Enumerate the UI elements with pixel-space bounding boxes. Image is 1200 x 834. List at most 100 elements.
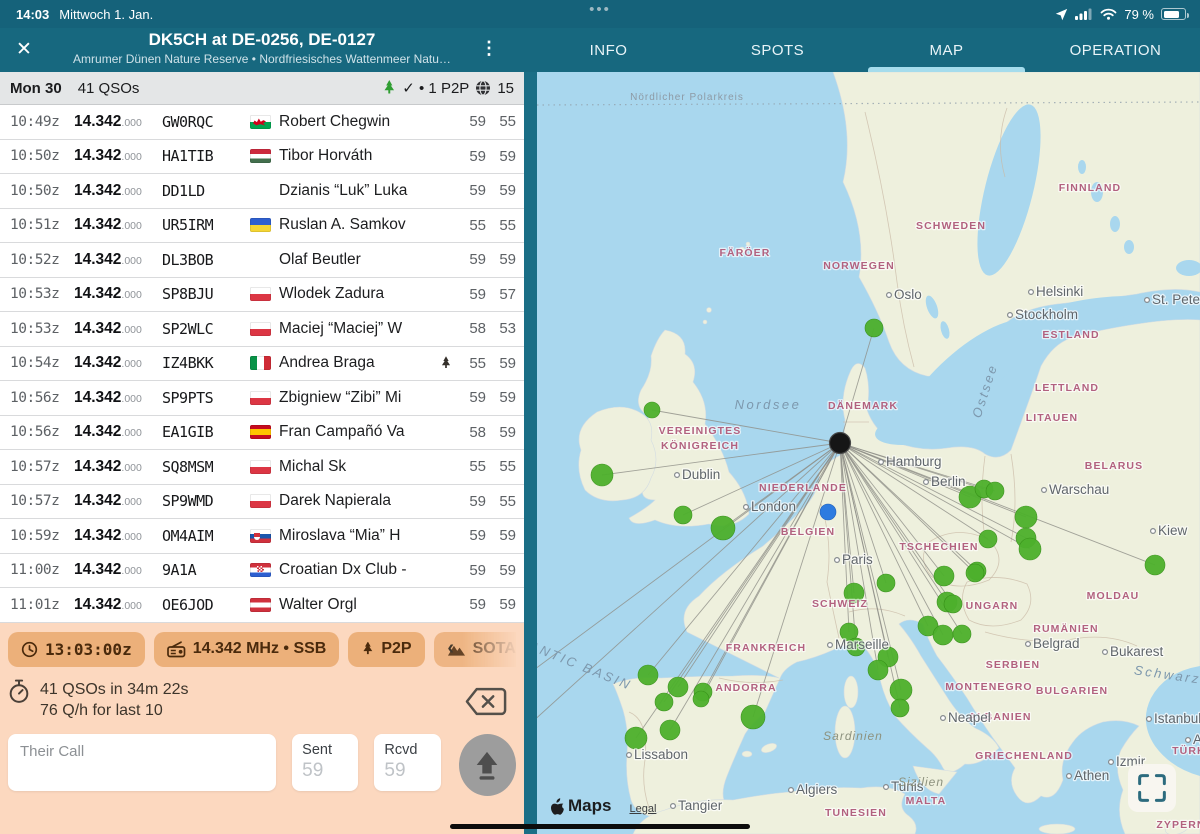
qso-dot[interactable] (877, 574, 895, 592)
qso-dot[interactable] (944, 595, 962, 613)
qso-rst-sent: 58 (456, 320, 486, 337)
qso-callsign: GW0RQC (162, 113, 250, 131)
time-button[interactable]: 13:03:00z (8, 632, 145, 667)
city-marker-icon (828, 643, 833, 648)
qso-frequency: 14.342.000 (74, 285, 162, 303)
kebab-menu-icon[interactable]: ⋮ (480, 38, 498, 59)
qso-row[interactable]: 10:53z14.342.000SP2WLCMaciej “Maciej” W5… (0, 312, 524, 347)
qso-row[interactable]: 11:00z14.342.0009A1ACroatian Dx Club -59… (0, 554, 524, 589)
qso-row[interactable]: 10:56z14.342.000SP9PTSZbigniew “Zibi” Mi… (0, 381, 524, 416)
their-call-input[interactable] (8, 734, 276, 791)
frequency-mode-button[interactable]: 14.342 MHz • SSB (154, 632, 340, 667)
qso-rst-rcvd: 59 (486, 596, 516, 613)
qso-dot[interactable] (865, 319, 883, 337)
qso-frequency-khz: .000 (121, 255, 141, 267)
qso-dot[interactable] (966, 564, 984, 582)
p2p-button[interactable]: P2P (348, 632, 424, 667)
tab-info[interactable]: INFO (524, 28, 693, 72)
qso-dot[interactable] (668, 677, 688, 697)
qso-row[interactable]: 10:52z14.342.000DL3BOBOlaf Beutler5959 (0, 243, 524, 278)
qso-row[interactable]: 10:59z14.342.000OM4AIMMiroslava “Mia” H5… (0, 519, 524, 554)
flag-hungary-icon (250, 149, 271, 163)
qso-dot[interactable] (655, 693, 673, 711)
city-name: Oslo (894, 287, 922, 302)
qso-row[interactable]: 10:50z14.342.000HA1TIBTibor Horváth5959 (0, 140, 524, 175)
qso-frequency-mhz: 14.342 (74, 216, 121, 233)
qso-rst-rcvd: 59 (486, 562, 516, 579)
qso-dot[interactable] (986, 482, 1004, 500)
qso-dot[interactable] (711, 516, 735, 540)
map[interactable]: Nördlicher Polarkreis FÄRÖERNORWEGENSCHW… (537, 72, 1200, 834)
tab-spots[interactable]: SPOTS (693, 28, 862, 72)
qso-dot[interactable] (890, 679, 912, 701)
map-city-label: London (744, 499, 796, 514)
qso-dot[interactable] (933, 625, 953, 645)
qso-time: 10:57z (10, 459, 74, 475)
qso-dot[interactable] (1145, 555, 1165, 575)
qso-name: Darek Napierala (279, 492, 456, 510)
qso-dot[interactable] (625, 727, 647, 749)
qso-rst-rcvd: 55 (486, 113, 516, 130)
qso-dot[interactable] (674, 506, 692, 524)
page-title: DK5CH at DE-0256, DE-0127 (40, 30, 484, 50)
log-qso-button[interactable] (459, 734, 516, 796)
qso-dot[interactable] (660, 720, 680, 740)
qso-dot[interactable] (868, 660, 888, 680)
map-country-label: BELGIEN (781, 526, 835, 538)
qso-row[interactable]: 10:49z14.342.000GW0RQCRobert Chegwin5955 (0, 105, 524, 140)
qso-dot[interactable] (591, 464, 613, 486)
qso-name: Miroslava “Mia” H (279, 527, 456, 545)
qso-frequency: 14.342.000 (74, 320, 162, 338)
city-name: Dublin (682, 467, 720, 482)
chevron-left-icon[interactable]: ‹ (447, 637, 454, 660)
qso-dot[interactable] (1019, 538, 1041, 560)
qso-name: Olaf Beutler (279, 251, 456, 269)
qso-row[interactable]: 10:53z14.342.000SP8BJUWlodek Zadura5957 (0, 278, 524, 313)
qso-row[interactable]: 11:01z14.342.000OE6JODWalter Orgl5959 (0, 588, 524, 623)
fullscreen-button[interactable] (1128, 764, 1176, 812)
qso-name: Robert Chegwin (279, 113, 456, 131)
close-icon[interactable]: ✕ (16, 38, 32, 62)
qso-dot[interactable] (891, 699, 909, 717)
qso-dot[interactable] (953, 625, 971, 643)
qso-rst-sent: 59 (456, 182, 486, 199)
tab-map[interactable]: MAP (862, 28, 1031, 72)
backspace-button[interactable] (464, 685, 508, 723)
home-indicator[interactable] (450, 824, 750, 829)
qso-callsign: SP9WMD (162, 492, 250, 510)
map-island-label: Sardinien (823, 729, 883, 743)
qso-frequency-mhz: 14.342 (74, 423, 121, 440)
flag-spain-icon (250, 425, 271, 439)
station-dot[interactable] (830, 433, 851, 454)
qso-dot[interactable] (693, 691, 709, 707)
rst-sent-field[interactable]: Sent 59 (292, 734, 358, 791)
city-marker-icon (884, 785, 889, 790)
qso-frequency: 14.342.000 (74, 596, 162, 614)
spot-dot[interactable] (820, 504, 836, 520)
city-name: Ank (1193, 732, 1200, 747)
qso-dot[interactable] (741, 705, 765, 729)
qso-dot[interactable] (979, 530, 997, 548)
sota-button[interactable]: SOTA (434, 632, 516, 667)
map-country-label: NIEDERLANDE (759, 482, 847, 494)
qso-dot[interactable] (638, 665, 658, 685)
qso-row[interactable]: 10:57z14.342.000SQ8MSMMichal Sk5555 (0, 450, 524, 485)
rst-rcvd-field[interactable]: Rcvd 59 (374, 734, 440, 791)
flag-ukraine-icon (250, 218, 271, 232)
globe-icon (475, 80, 491, 96)
tab-operation[interactable]: OPERATION (1031, 28, 1200, 72)
map-city-label: Athen (1067, 768, 1110, 783)
qso-dot[interactable] (934, 566, 954, 586)
qso-row[interactable]: 10:51z14.342.000UR5IRMRuslan A. Samkov55… (0, 209, 524, 244)
legal-link[interactable]: Legal (629, 803, 656, 815)
qso-row[interactable]: 10:50z14.342.000DD1LDDzianis “Luk” Luka5… (0, 174, 524, 209)
map-city-label: Marseille (828, 637, 889, 652)
qso-row[interactable]: 10:56z14.342.000EA1GIBFran Campañó Va585… (0, 416, 524, 451)
qso-row[interactable]: 10:57z14.342.000SP9WMDDarek Napierala595… (0, 485, 524, 520)
map-country-label: LETTLAND (1035, 382, 1099, 394)
cellular-signal-icon (1075, 8, 1093, 20)
qso-time: 10:54z (10, 355, 74, 371)
qso-dot[interactable] (1015, 506, 1037, 528)
qso-row[interactable]: 10:54z14.342.000IZ4BKKAndrea Braga5559 (0, 347, 524, 382)
qso-dot[interactable] (644, 402, 660, 418)
